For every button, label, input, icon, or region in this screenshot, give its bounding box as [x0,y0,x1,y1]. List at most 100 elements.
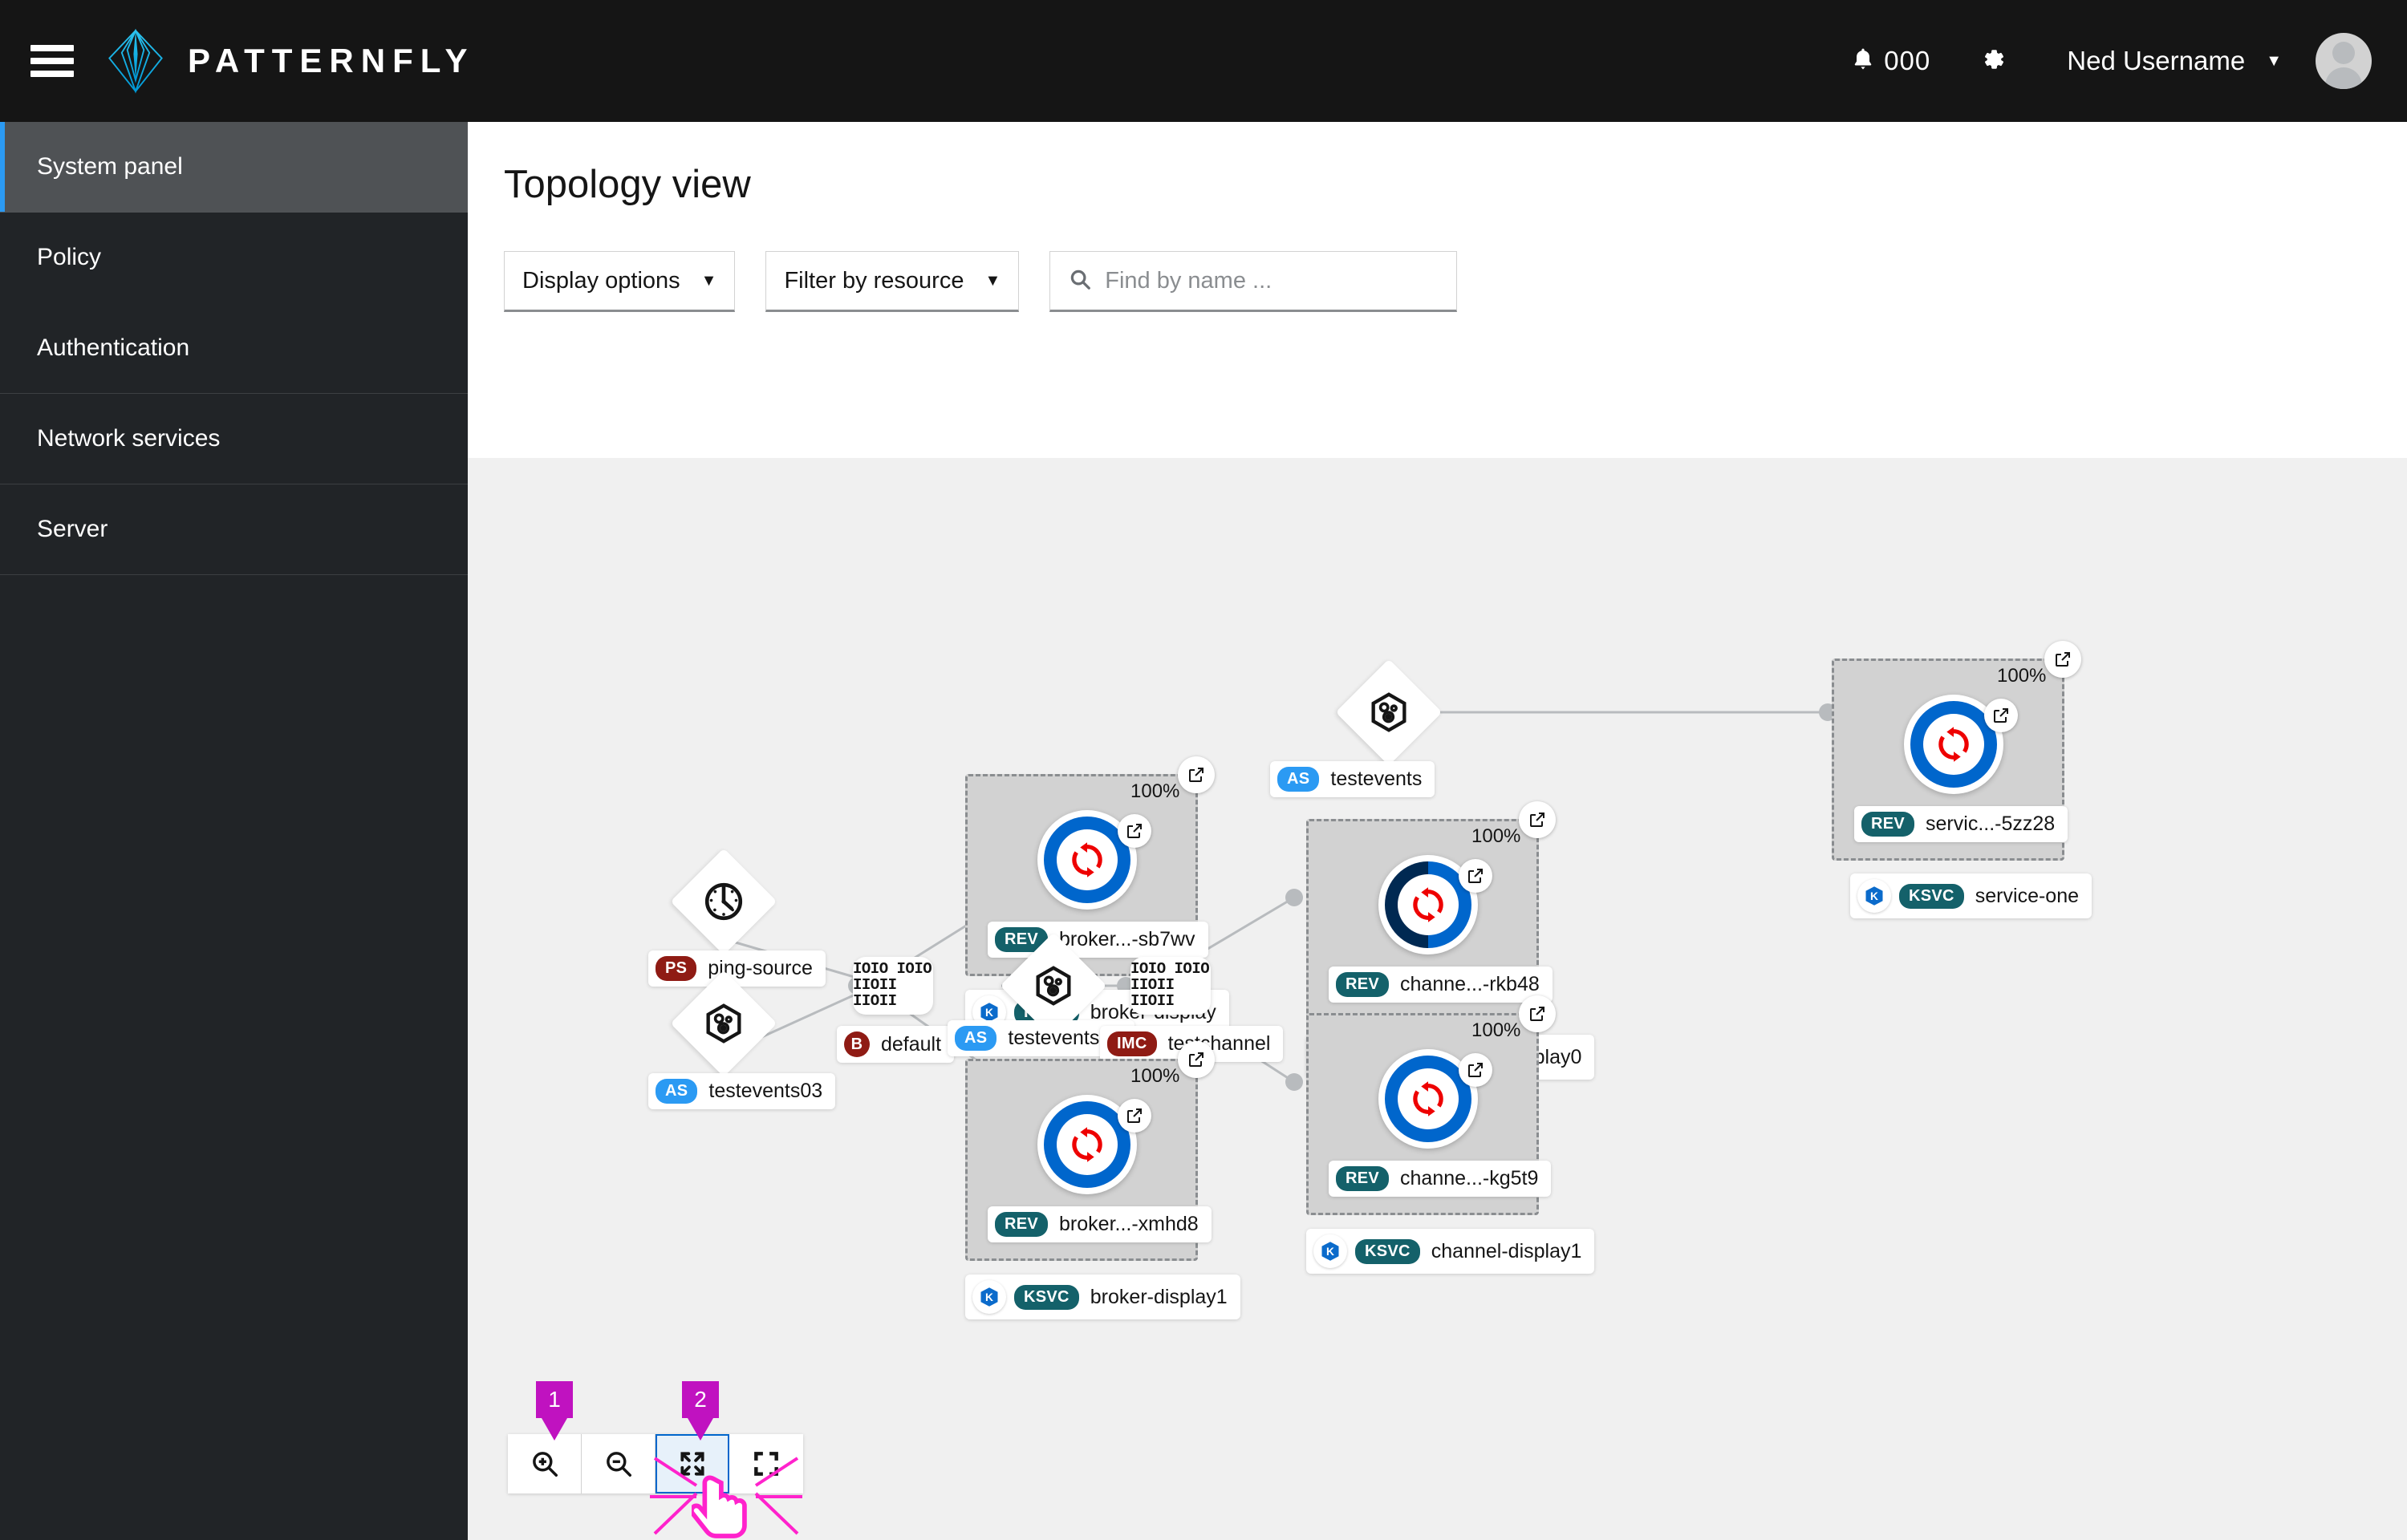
sidebar-item-network-services[interactable]: Network services [0,394,468,484]
revision-label: broker...-xmhd8 [1059,1213,1199,1235]
sidebar-item-label: Authentication [37,334,190,361]
zoom-out-icon [606,1452,631,1477]
as-tag: AS [1277,767,1320,792]
ksvc-tag: KSVC [1014,1284,1079,1310]
knative-revision-icon [1938,727,1969,762]
sidebar-item-authentication[interactable]: Authentication [0,303,468,394]
service-label: channel-display1 [1431,1239,1582,1262]
external-link-icon[interactable] [1459,859,1492,893]
knative-revision-icon [1413,887,1443,922]
service-label: service-one [1975,884,2080,907]
ksvc-tag: KSVC [1899,883,1964,909]
display-options-dropdown[interactable]: Display options ▼ [504,251,736,312]
pointer-cursor-icon [692,1475,747,1538]
caret-down-icon: ▼ [700,271,717,290]
revision-label: channe...-kg5t9 [1400,1167,1539,1189]
user-menu-button[interactable]: Ned Username ▼ [2067,46,2282,76]
external-link-icon[interactable] [1519,801,1556,838]
rev-tag: REV [995,1212,1049,1237]
svg-text:K: K [1326,1246,1334,1258]
sidebar-item-label: System panel [37,153,183,180]
topology-canvas[interactable]: 100% REV servic...-5zz28 K KSVC service-… [468,458,2407,1540]
revision-chip[interactable]: REV channe...-rkb48 [1329,967,1553,1003]
brand-name: PATTERNFLY [188,42,475,79]
event-source-icon [700,1000,747,1047]
external-link-icon[interactable] [1519,995,1556,1032]
sidebar-item-label: Server [37,516,108,542]
zoom-out-button[interactable] [582,1434,656,1493]
zoom-in-button[interactable] [508,1434,582,1493]
sidebar-item-label: Policy [37,244,102,270]
ping-source-chip[interactable]: PS ping-source [648,950,826,987]
knative-revision-icon [1072,1127,1102,1162]
ksvc-tag: KSVC [1355,1238,1420,1264]
broker-label: default [881,1032,942,1056]
notifications-button[interactable]: 000 [1850,46,1930,77]
sidebar-item-policy[interactable]: Policy [0,213,468,303]
ps-tag: PS [656,956,697,981]
revision-chip[interactable]: REV servic...-5zz28 [1854,806,2068,842]
knative-revision-icon [1072,842,1102,877]
source-chip[interactable]: AS testevents [1270,761,1435,797]
revision-chip[interactable]: REV broker...-sb7wv [988,922,1208,958]
settings-button[interactable] [1979,45,2007,78]
as-tag: AS [656,1079,698,1104]
traffic-percent: 100% [1130,1065,1180,1087]
external-link-icon[interactable] [1984,699,2018,732]
hamburger-icon[interactable] [30,45,74,77]
display-options-label: Display options [522,267,680,294]
clock-icon [700,878,747,925]
search-box[interactable] [1049,251,1458,312]
sidebar-nav: System panel Policy Authentication Netwo… [0,122,468,1540]
broker-chip[interactable]: B default [837,1026,955,1063]
traffic-percent: 100% [1471,1019,1521,1041]
svg-text:K: K [985,1007,993,1019]
source-chip[interactable]: AS testevents03 [648,1073,836,1109]
imc-tag: IMC [1107,1031,1157,1056]
ksvc-chip[interactable]: K KSVC broker-display1 [965,1275,1240,1319]
bell-icon [1850,46,1876,77]
revision-label: channe...-rkb48 [1400,973,1540,995]
rev-tag: REV [1336,1166,1390,1191]
zoom-in-icon [532,1452,558,1477]
annotation-pin-2: 2 [682,1381,719,1418]
search-icon [1068,267,1092,295]
binary-icon: IOIO IOIO IIOII IIOII [853,960,932,1010]
external-link-icon[interactable] [1118,1099,1151,1133]
search-input[interactable] [1105,267,1439,294]
external-link-icon[interactable] [1118,814,1151,848]
masthead: PATTERNFLY 000 Ned Username ▼ [0,0,2407,122]
external-link-icon[interactable] [1178,1041,1215,1078]
masthead-right-group: 000 Ned Username ▼ [1850,0,2407,122]
channel-node[interactable]: IOIO IOIO IIOII IIOII [1130,957,1211,1015]
avatar[interactable] [2316,33,2372,89]
page-title: Topology view [504,163,751,206]
caret-down-icon: ▼ [984,271,1001,290]
revision-label: broker...-sb7wv [1059,928,1195,950]
sidebar-item-system-panel[interactable]: System panel [0,122,468,213]
filter-by-resource-dropdown[interactable]: Filter by resource ▼ [765,251,1020,312]
traffic-percent: 100% [1130,780,1180,802]
filter-by-resource-label: Filter by resource [784,267,964,294]
ksvc-chip[interactable]: K KSVC channel-display1 [1306,1229,1595,1274]
knative-revision-icon [1413,1081,1443,1116]
broker-node[interactable]: IOIO IOIO IIOII IIOII [853,957,933,1015]
svg-text:K: K [1870,890,1878,902]
external-link-icon[interactable] [2044,641,2081,678]
sidebar-item-server[interactable]: Server [0,484,468,575]
revision-chip[interactable]: REV channe...-kg5t9 [1329,1161,1552,1197]
traffic-percent: 100% [1471,825,1521,847]
external-link-icon[interactable] [1459,1053,1492,1087]
external-link-icon[interactable] [1178,756,1215,793]
event-source-icon [1030,962,1077,1009]
knative-icon: K [1313,1234,1347,1268]
svg-text:K: K [985,1291,993,1303]
annotation-pin-1: 1 [536,1381,573,1418]
knative-icon: K [1857,879,1891,913]
ksvc-chip[interactable]: K KSVC service-one [1850,873,2092,918]
binary-icon: IOIO IOIO IIOII IIOII [1130,960,1210,1010]
source-label: testevents03 [708,1080,823,1102]
topology-toolbar: Display options ▼ Filter by resource ▼ [504,251,2407,312]
service-label: broker-display1 [1090,1285,1228,1308]
revision-chip[interactable]: REV broker...-xmhd8 [988,1206,1212,1242]
